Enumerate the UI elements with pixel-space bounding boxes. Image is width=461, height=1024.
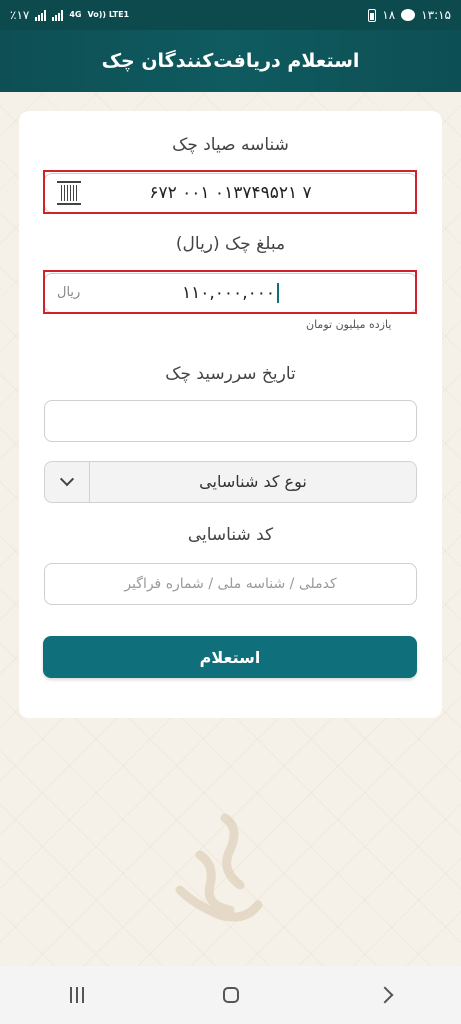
battery-percent: ٪۱۷ [10, 8, 30, 22]
network-type: 4G [69, 10, 82, 19]
volte-indicator: Vo)) LTE1 [87, 10, 130, 19]
back-icon[interactable] [376, 986, 394, 1004]
logo-watermark-icon [175, 813, 263, 922]
id-type-select[interactable]: نوع کد شناسایی [44, 461, 417, 503]
clock: ۱۳:۱۵ [421, 8, 451, 22]
signal-icon [35, 9, 47, 21]
page-title: استعلام دریافت‌کنندگان چک [101, 50, 360, 72]
app-header: استعلام دریافت‌کنندگان چک [0, 30, 461, 92]
signal-icon-2 [52, 9, 64, 21]
status-bar: ٪۱۷ 4G Vo)) LTE1 ۱۸ ۱۳:۱۵ [0, 0, 461, 30]
highlight-box [43, 170, 417, 214]
submit-label: استعلام [199, 647, 261, 667]
recent-apps-icon[interactable] [69, 987, 84, 1003]
chevron-down-icon[interactable] [45, 462, 90, 502]
amount-in-words: یازده میلیون تومان [306, 318, 392, 331]
battery-icon [368, 8, 377, 22]
home-icon[interactable] [223, 987, 240, 1003]
id-code-input[interactable]: کدملی / شناسه ملی / شماره فراگیر [44, 563, 417, 605]
highlight-box [43, 270, 417, 314]
due-date-input[interactable] [44, 400, 417, 442]
system-nav-bar [0, 966, 461, 1024]
notification-count: ۱۸ [382, 8, 396, 22]
inquiry-form-card: شناسه صیاد چک ۶۷۲ ۰۰۱ ۰۱۳۷۴۹۵۲۱ ۷ مبلغ چ… [19, 111, 442, 718]
amount-label: مبلغ چک (ریال) [175, 234, 286, 254]
sayad-id-label: شناسه صیاد چک [172, 135, 289, 155]
id-code-placeholder: کدملی / شناسه ملی / شماره فراگیر [124, 576, 337, 592]
id-type-selected: نوع کد شناسایی [199, 472, 307, 491]
due-date-label: تاریخ سررسید چک [165, 364, 296, 384]
chat-icon [401, 9, 416, 21]
inquiry-submit-button[interactable]: استعلام [43, 636, 417, 678]
id-code-label: کد شناسایی [187, 525, 274, 545]
